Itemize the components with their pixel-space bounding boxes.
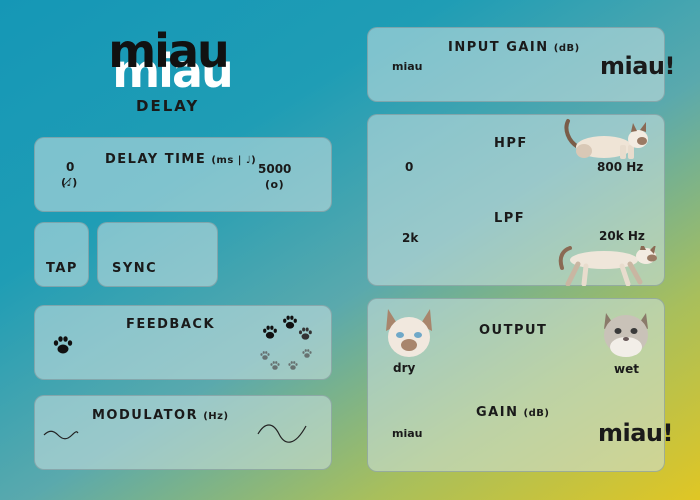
input-gain-label: INPUT GAIN bbox=[448, 40, 549, 55]
hpf-min: 0 bbox=[405, 160, 414, 174]
modulator-label: MODULATOR bbox=[92, 408, 199, 423]
large-wave-icon bbox=[257, 424, 307, 443]
gain-max: miau! bbox=[598, 419, 673, 447]
modulator-unit: (Hz) bbox=[203, 411, 229, 422]
paw-cluster-icon bbox=[260, 315, 312, 370]
output-label: OUTPUT bbox=[479, 323, 548, 338]
lpf-min: 2k bbox=[402, 231, 419, 245]
feedback-label: FEEDBACK bbox=[126, 317, 216, 332]
sync-button[interactable]: SYNC bbox=[97, 222, 218, 287]
input-gain-min: miau bbox=[392, 60, 423, 73]
paw-icon bbox=[53, 336, 73, 354]
hpf-label: HPF bbox=[494, 136, 528, 151]
gain-label: GAIN bbox=[476, 405, 519, 420]
delay-time-max-icon: (o) bbox=[265, 178, 285, 191]
output-panel[interactable]: dry OUTPUT wet GAIN (dB) miau miau! bbox=[367, 298, 673, 472]
small-wave-icon bbox=[43, 430, 79, 440]
walking-cat-image bbox=[558, 246, 657, 286]
gain-unit: (dB) bbox=[523, 408, 550, 419]
logo-text: miau bbox=[108, 24, 230, 78]
input-gain-header: INPUT GAIN (dB) bbox=[448, 36, 580, 55]
input-gain-max: miau! bbox=[600, 52, 675, 80]
input-gain-panel[interactable]: INPUT GAIN (dB) miau miau! bbox=[367, 27, 675, 102]
tap-button[interactable]: TAP bbox=[34, 222, 89, 287]
modulator-header: MODULATOR (Hz) bbox=[92, 404, 229, 423]
modulator-panel[interactable]: MODULATOR (Hz) bbox=[34, 395, 332, 470]
delay-time-min-icon: (♩̸) bbox=[61, 176, 78, 189]
dry-cat-image bbox=[386, 309, 432, 357]
delay-time-unit: (ms | ♩) bbox=[211, 155, 257, 166]
delay-time-header: DELAY TIME (ms | ♩) bbox=[105, 148, 256, 167]
output-wet-label: wet bbox=[614, 362, 639, 376]
gain-min: miau bbox=[392, 427, 423, 440]
delay-time-min: 0 bbox=[66, 160, 75, 174]
sitting-cat-image bbox=[564, 119, 648, 159]
feedback-panel[interactable]: FEEDBACK bbox=[34, 305, 332, 380]
delay-time-panel[interactable]: DELAY TIME (ms | ♩) 0 (♩̸) 5000 (o) bbox=[34, 137, 332, 212]
plugin-name: DELAY bbox=[136, 97, 200, 115]
output-dry-label: dry bbox=[393, 361, 416, 375]
gain-header: GAIN (dB) bbox=[476, 401, 549, 420]
tap-label: TAP bbox=[46, 261, 78, 276]
delay-time-label: DELAY TIME bbox=[105, 152, 207, 167]
lpf-max: 20k Hz bbox=[599, 229, 645, 243]
lpf-label: LPF bbox=[494, 211, 526, 226]
delay-time-max: 5000 bbox=[258, 162, 292, 176]
wet-cat-image bbox=[604, 313, 648, 357]
input-gain-unit: (dB) bbox=[553, 43, 580, 54]
sync-label: SYNC bbox=[112, 261, 158, 276]
filter-panel[interactable]: HPF 0 800 Hz LPF 2k 20k Hz bbox=[367, 114, 665, 286]
hpf-max: 800 Hz bbox=[597, 160, 644, 174]
